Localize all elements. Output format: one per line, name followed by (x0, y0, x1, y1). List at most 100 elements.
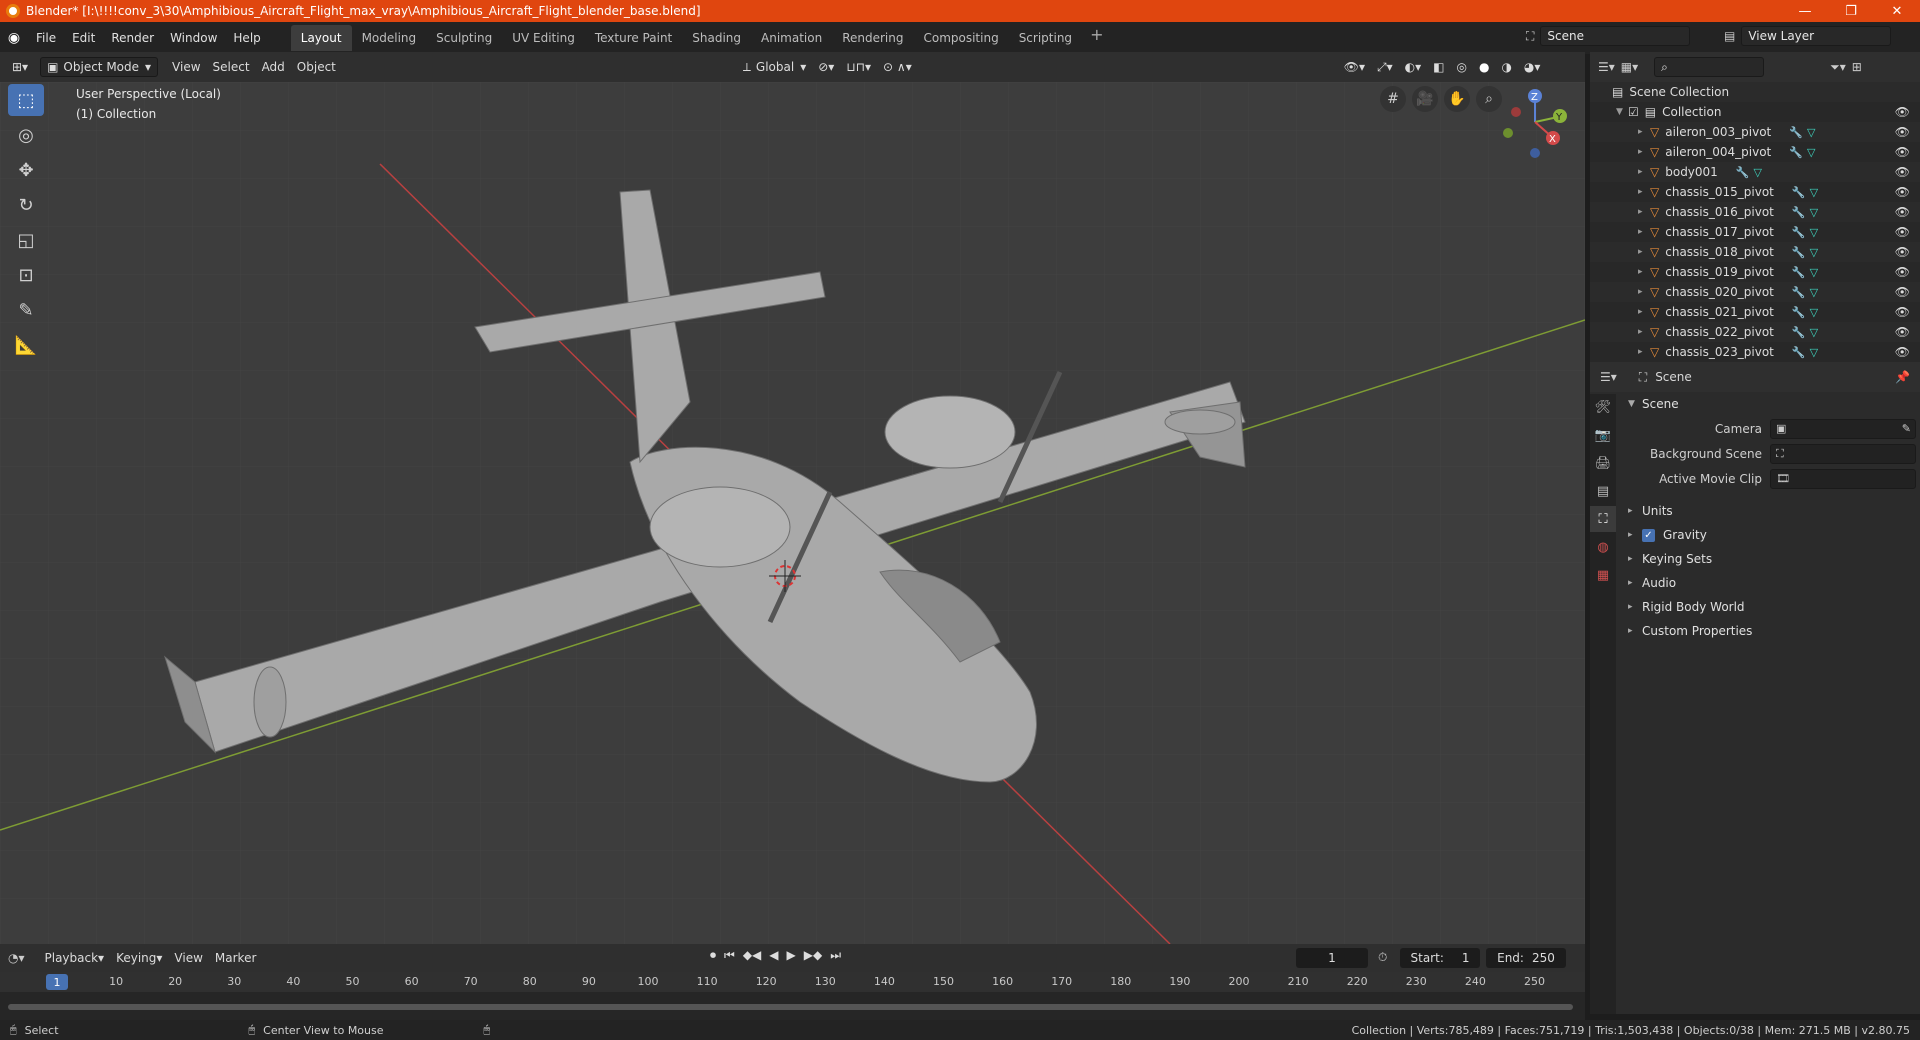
keying-sets-section-header[interactable]: ▸ Keying Sets (1620, 547, 1916, 571)
orientation-dropdown[interactable]: ⟂ Global ▾ (737, 57, 812, 77)
eye-icon[interactable]: 👁 (1895, 265, 1910, 279)
tab-scripting[interactable]: Scripting (1009, 25, 1082, 51)
maximize-button[interactable]: ❐ (1828, 0, 1874, 22)
play-icon[interactable]: ▶ (787, 948, 796, 963)
end-frame-field[interactable]: End: 250 (1486, 948, 1566, 968)
menu-view[interactable]: View (168, 948, 208, 968)
audio-section-header[interactable]: ▸ Audio (1620, 571, 1916, 595)
scene-name-field[interactable]: Scene (1540, 26, 1691, 46)
camera-field[interactable]: ▣ ✎ (1770, 418, 1916, 439)
menu-render[interactable]: Render (103, 31, 162, 45)
outliner-item[interactable]: ▸ ▽ chassis_015_pivot 🔧 ▽ 👁 (1590, 182, 1920, 202)
editor-type-icon[interactable]: ⊞▾ (6, 57, 34, 77)
menu-playback[interactable]: Playback ▾ (39, 948, 111, 968)
menu-edit[interactable]: Edit (64, 31, 103, 45)
measure-icon[interactable]: 📐 (8, 329, 44, 361)
expand-arrow-icon[interactable]: ▸ (1638, 127, 1650, 137)
scene-section-header[interactable]: ▼ Scene (1620, 392, 1916, 416)
outliner-item[interactable]: ▸ ▽ chassis_016_pivot 🔧 ▽ 👁 (1590, 202, 1920, 222)
output-tab-icon[interactable]: 🖨 (1590, 450, 1616, 476)
record-icon[interactable]: ⏺ (710, 948, 716, 963)
current-frame-field[interactable]: 1 (1296, 948, 1368, 968)
timeline-scrollbar[interactable] (8, 1004, 1573, 1010)
menu-view[interactable]: View (166, 57, 206, 77)
texture-tab-icon[interactable]: ▦ (1590, 562, 1616, 588)
gravity-checkbox[interactable]: ✓ (1642, 528, 1655, 542)
prev-keyframe-icon[interactable]: ◆◀ (743, 948, 761, 963)
properties-editor-icon[interactable]: ☰▾ (1600, 370, 1617, 384)
eye-icon[interactable]: 👁 (1895, 225, 1910, 239)
blender-menu-icon[interactable]: ◉ (0, 24, 28, 52)
outliner-item[interactable]: ▸ ▽ chassis_018_pivot 🔧 ▽ 👁 (1590, 242, 1920, 262)
display-mode-icon[interactable]: ▦▾ (1621, 60, 1638, 74)
menu-help[interactable]: Help (225, 31, 268, 45)
menu-keying[interactable]: Keying ▾ (110, 948, 168, 968)
play-reverse-icon[interactable]: ◀ (769, 948, 778, 963)
rotate-icon[interactable]: ↻ (8, 189, 44, 221)
tab-animation[interactable]: Animation (751, 25, 832, 51)
mode-dropdown[interactable]: ▣ Object Mode ▾ (40, 57, 159, 77)
zoom-icon[interactable]: ⌕ (1476, 86, 1502, 112)
annotate-icon[interactable]: ✎ (8, 294, 44, 326)
start-frame-field[interactable]: Start: 1 (1400, 948, 1480, 968)
tab-compositing[interactable]: Compositing (913, 25, 1008, 51)
expand-arrow-icon[interactable]: ▸ (1638, 307, 1650, 317)
outliner-item[interactable]: ▸ ▽ aileron_003_pivot 🔧 ▽ 👁 (1590, 122, 1920, 142)
collection-row[interactable]: ▼ ☑ ▤ Collection 👁 (1590, 102, 1920, 122)
shading-solid-icon[interactable]: ● (1473, 57, 1495, 77)
menu-object[interactable]: Object (291, 57, 342, 77)
menu-window[interactable]: Window (162, 31, 225, 45)
cursor-icon[interactable]: ◎ (8, 119, 44, 151)
grid-view-icon[interactable]: # (1380, 86, 1406, 112)
camera-view-icon[interactable]: 🎥 (1412, 86, 1438, 112)
tab-texture-paint[interactable]: Texture Paint (585, 25, 682, 51)
frame-ruler[interactable]: 1 10 20 30 40 50 60 70 80 90 100 110 120 130 140 150 16… (0, 972, 1585, 992)
minimize-button[interactable]: — (1782, 0, 1828, 22)
custom-properties-section-header[interactable]: ▸ Custom Properties (1620, 619, 1916, 643)
proportional-edit-icon[interactable]: ⊙ ∧▾ (877, 57, 918, 77)
timeline-editor-icon[interactable]: ◔▾ (8, 951, 25, 965)
3d-viewport[interactable]: Z Y X (0, 82, 1585, 944)
view-layer-field[interactable]: View Layer (1741, 26, 1892, 46)
tab-uv-editing[interactable]: UV Editing (502, 25, 585, 51)
shading-wireframe-icon[interactable]: ◎ (1450, 57, 1472, 77)
eye-icon[interactable]: 👁 (1895, 325, 1910, 339)
visibility-icon[interactable]: 👁▾ (1338, 57, 1371, 77)
pivot-icon[interactable]: ⊘▾ (812, 57, 840, 77)
menu-add[interactable]: Add (256, 57, 291, 77)
gizmo-toggle-icon[interactable]: ⤢▾ (1371, 57, 1399, 77)
tab-rendering[interactable]: Rendering (832, 25, 913, 51)
expand-arrow-icon[interactable]: ▸ (1638, 267, 1650, 277)
eye-icon[interactable]: 👁 (1895, 165, 1910, 179)
pin-icon[interactable]: 📌 (1895, 370, 1910, 384)
xray-toggle-icon[interactable]: ◧ (1427, 57, 1450, 77)
background-scene-field[interactable]: ⛶ (1770, 443, 1916, 464)
overlay-toggle-icon[interactable]: ◐▾ (1399, 57, 1428, 77)
eyedropper-icon[interactable]: ✎ (1902, 422, 1911, 435)
render-tab-icon[interactable]: 📷 (1590, 422, 1616, 448)
transform-icon[interactable]: ⊡ (8, 259, 44, 291)
tab-modeling[interactable]: Modeling (352, 25, 427, 51)
outliner-item[interactable]: ▸ ▽ chassis_023_pivot 🔧 ▽ 👁 (1590, 342, 1920, 362)
close-button[interactable]: ✕ (1874, 0, 1920, 22)
rigid-body-section-header[interactable]: ▸ Rigid Body World (1620, 595, 1916, 619)
eye-icon[interactable]: 👁 (1895, 305, 1910, 319)
outliner-editor-icon[interactable]: ☰▾ (1598, 60, 1615, 74)
eye-icon[interactable]: 👁 (1895, 205, 1910, 219)
move-icon[interactable]: ✥ (8, 154, 44, 186)
outliner-item[interactable]: ▸ ▽ chassis_020_pivot 🔧 ▽ 👁 (1590, 282, 1920, 302)
expand-arrow-icon[interactable]: ▸ (1638, 207, 1650, 217)
expand-arrow-icon[interactable]: ▸ (1638, 347, 1650, 357)
menu-select[interactable]: Select (207, 57, 256, 77)
expand-arrow-icon[interactable]: ▸ (1638, 147, 1650, 157)
menu-marker[interactable]: Marker (209, 948, 262, 968)
add-workspace-icon[interactable]: + (1082, 25, 1111, 51)
outliner-search-input[interactable]: ⌕ (1654, 57, 1765, 77)
gravity-section-header[interactable]: ▸ ✓ Gravity (1620, 523, 1916, 547)
outliner-item[interactable]: ▸ ▽ chassis_019_pivot 🔧 ▽ 👁 (1590, 262, 1920, 282)
expand-arrow-icon[interactable]: ▸ (1638, 327, 1650, 337)
pan-hand-icon[interactable]: ✋ (1444, 86, 1470, 112)
expand-arrow-icon[interactable]: ▸ (1638, 247, 1650, 257)
select-box-icon[interactable]: ⬚ (8, 84, 44, 116)
outliner-item[interactable]: ▸ ▽ chassis_017_pivot 🔧 ▽ 👁 (1590, 222, 1920, 242)
